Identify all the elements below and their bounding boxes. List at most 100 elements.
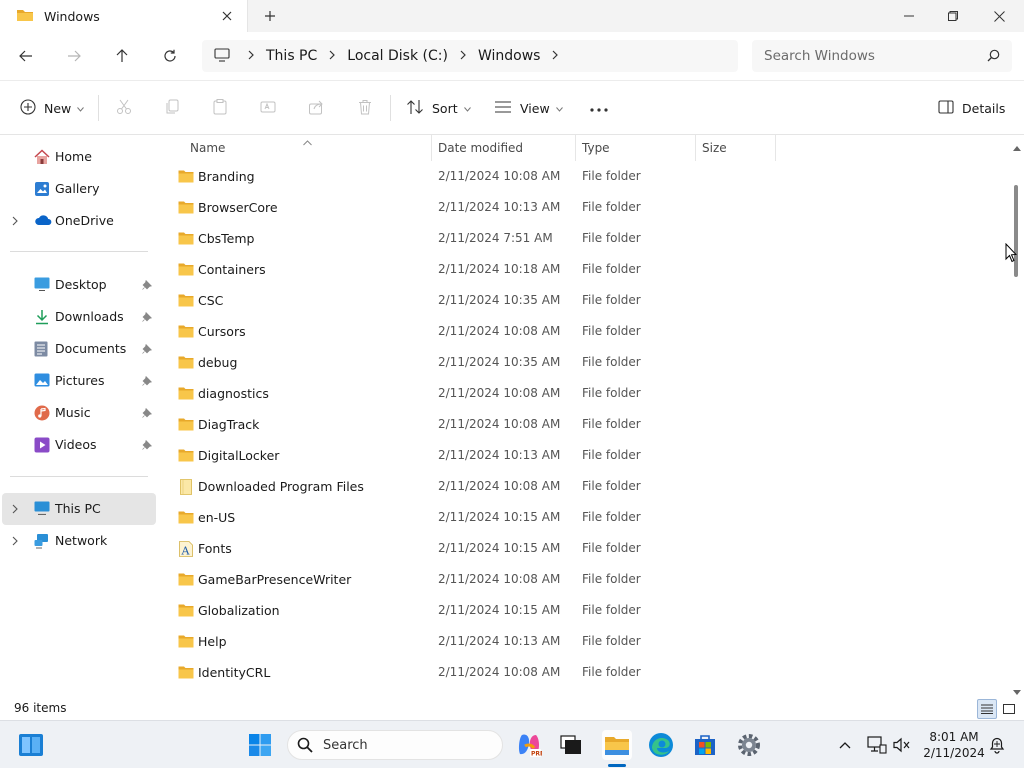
chevron-right-icon[interactable] bbox=[12, 215, 18, 229]
more-options-button[interactable] bbox=[590, 96, 608, 120]
pin-icon[interactable] bbox=[142, 375, 153, 389]
table-row[interactable]: CSC 2/11/2024 10:35 AM File folder bbox=[172, 285, 772, 316]
sidebar-item-gallery[interactable]: Gallery bbox=[2, 173, 156, 205]
sidebar-divider bbox=[10, 251, 148, 252]
vertical-scrollbar[interactable] bbox=[1010, 137, 1024, 697]
pin-icon[interactable] bbox=[142, 311, 153, 325]
table-row[interactable]: DiagTrack 2/11/2024 10:08 AM File folder bbox=[172, 409, 772, 440]
chevron-right-icon[interactable] bbox=[248, 48, 254, 64]
refresh-icon[interactable] bbox=[154, 40, 186, 72]
task-view-icon[interactable] bbox=[556, 730, 586, 760]
pin-icon[interactable] bbox=[142, 343, 153, 357]
table-row[interactable]: diagnostics 2/11/2024 10:08 AM File folder bbox=[172, 378, 772, 409]
cut-button[interactable] bbox=[116, 96, 132, 120]
start-icon[interactable] bbox=[245, 730, 275, 760]
sidebar-item-this-pc[interactable]: This PC bbox=[2, 493, 156, 525]
table-row[interactable]: Downloaded Program Files 2/11/2024 10:08 … bbox=[172, 471, 772, 502]
rename-button[interactable] bbox=[260, 96, 276, 120]
table-row[interactable]: DigitalLocker 2/11/2024 10:13 AM File fold… bbox=[172, 440, 772, 471]
pin-icon[interactable] bbox=[142, 407, 153, 421]
scroll-up-icon[interactable] bbox=[1013, 140, 1021, 154]
share-button[interactable] bbox=[308, 96, 324, 120]
sidebar-item-pictures[interactable]: Pictures bbox=[2, 365, 156, 397]
new-button[interactable]: New bbox=[20, 96, 85, 120]
sidebar-item-music[interactable]: Music bbox=[2, 397, 156, 429]
sidebar-item-onedrive[interactable]: OneDrive bbox=[2, 205, 156, 237]
minimize-icon[interactable] bbox=[886, 0, 932, 32]
chevron-right-icon[interactable] bbox=[12, 503, 18, 517]
folder-icon bbox=[178, 634, 194, 651]
chevron-right-icon[interactable] bbox=[460, 48, 466, 64]
column-header-size[interactable]: Size bbox=[696, 135, 776, 161]
folder-icon bbox=[16, 7, 34, 26]
file-name: CSC bbox=[198, 293, 224, 308]
table-row[interactable]: Help 2/11/2024 10:13 AM File folder bbox=[172, 626, 772, 657]
copy-button[interactable] bbox=[164, 96, 180, 120]
copilot-icon[interactable]: PRE bbox=[514, 730, 544, 760]
table-row[interactable]: Containers 2/11/2024 10:18 AM File folder bbox=[172, 254, 772, 285]
search-box[interactable]: Search Windows bbox=[752, 40, 1012, 72]
notification-bell-icon[interactable] bbox=[982, 730, 1012, 760]
details-view-icon[interactable] bbox=[977, 699, 997, 719]
maximize-icon[interactable] bbox=[930, 0, 976, 32]
table-row[interactable]: en-US 2/11/2024 10:15 AM File folder bbox=[172, 502, 772, 533]
widgets-icon[interactable] bbox=[16, 730, 46, 760]
chevron-up-icon[interactable] bbox=[830, 730, 860, 760]
folder-icon bbox=[178, 324, 194, 341]
chevron-right-icon[interactable] bbox=[12, 535, 18, 549]
settings-gear-icon[interactable] bbox=[734, 730, 764, 760]
folder-icon bbox=[178, 510, 194, 527]
file-date: 2/11/2024 10:13 AM bbox=[438, 634, 561, 648]
close-tab-icon[interactable] bbox=[217, 6, 237, 26]
close-window-icon[interactable] bbox=[976, 0, 1022, 32]
table-row[interactable]: GameBarPresenceWriter 2/11/2024 10:08 AM F… bbox=[172, 564, 772, 595]
sort-button[interactable]: Sort bbox=[406, 96, 471, 120]
chevron-right-icon[interactable] bbox=[552, 48, 559, 64]
forward-arrow-icon[interactable] bbox=[58, 40, 90, 72]
sidebar-item-videos[interactable]: Videos bbox=[2, 429, 156, 461]
file-explorer-icon[interactable] bbox=[602, 730, 632, 760]
table-row[interactable]: debug 2/11/2024 10:35 AM File folder bbox=[172, 347, 772, 378]
table-row[interactable]: Branding 2/11/2024 10:08 AM File folder bbox=[172, 161, 772, 192]
taskbar-search[interactable]: Search bbox=[287, 730, 503, 760]
back-arrow-icon[interactable] bbox=[10, 40, 42, 72]
chevron-right-icon[interactable] bbox=[329, 48, 336, 64]
sidebar-item-desktop[interactable]: Desktop bbox=[2, 269, 156, 301]
search-input[interactable]: Search Windows bbox=[764, 48, 875, 64]
details-button[interactable]: Details bbox=[938, 96, 1005, 120]
system-clock[interactable]: 8:01 AM 2/11/2024 bbox=[918, 729, 990, 761]
address-bar[interactable]: This PC Local Disk (C:) Windows bbox=[202, 40, 738, 72]
table-row[interactable]: CbsTemp 2/11/2024 7:51 AM File folder bbox=[172, 223, 772, 254]
new-tab-icon[interactable] bbox=[258, 6, 282, 26]
table-row[interactable]: A Fonts 2/11/2024 10:15 AM File folder bbox=[172, 533, 772, 564]
pin-icon[interactable] bbox=[142, 279, 153, 293]
store-icon[interactable] bbox=[690, 730, 720, 760]
sidebar-item-home[interactable]: Home bbox=[2, 141, 156, 173]
delete-button[interactable] bbox=[357, 96, 373, 120]
view-button[interactable]: View bbox=[494, 96, 563, 120]
up-arrow-icon[interactable] bbox=[106, 40, 138, 72]
search-icon bbox=[987, 49, 1000, 65]
tiles-view-icon[interactable] bbox=[999, 699, 1019, 719]
table-row[interactable]: BrowserCore 2/11/2024 10:13 AM File folder bbox=[172, 192, 772, 223]
edge-browser-icon[interactable] bbox=[646, 730, 676, 760]
search-icon bbox=[297, 737, 313, 756]
breadcrumb-windows[interactable]: Windows bbox=[478, 48, 541, 64]
sidebar-item-downloads[interactable]: Downloads bbox=[2, 301, 156, 333]
paste-button[interactable] bbox=[212, 96, 228, 120]
pin-icon[interactable] bbox=[142, 439, 153, 453]
sidebar-item-label: Videos bbox=[55, 437, 97, 452]
table-row[interactable]: IdentityCRL 2/11/2024 10:08 AM File folder bbox=[172, 657, 772, 688]
column-header-type[interactable]: Type bbox=[576, 135, 696, 161]
column-header-name[interactable]: Name bbox=[184, 135, 432, 161]
column-header-date[interactable]: Date modified bbox=[432, 135, 576, 161]
file-name: IdentityCRL bbox=[198, 665, 271, 680]
active-tab[interactable]: Windows bbox=[0, 0, 248, 32]
sidebar-item-network[interactable]: Network bbox=[2, 525, 156, 557]
breadcrumb-local-disk[interactable]: Local Disk (C:) bbox=[347, 48, 448, 64]
breadcrumb-this-pc[interactable]: This PC bbox=[266, 48, 317, 64]
table-row[interactable]: Globalization 2/11/2024 10:15 AM File fold… bbox=[172, 595, 772, 626]
sidebar-item-documents[interactable]: Documents bbox=[2, 333, 156, 365]
table-row[interactable]: Cursors 2/11/2024 10:08 AM File folder bbox=[172, 316, 772, 347]
volume-muted-icon[interactable] bbox=[887, 730, 917, 760]
